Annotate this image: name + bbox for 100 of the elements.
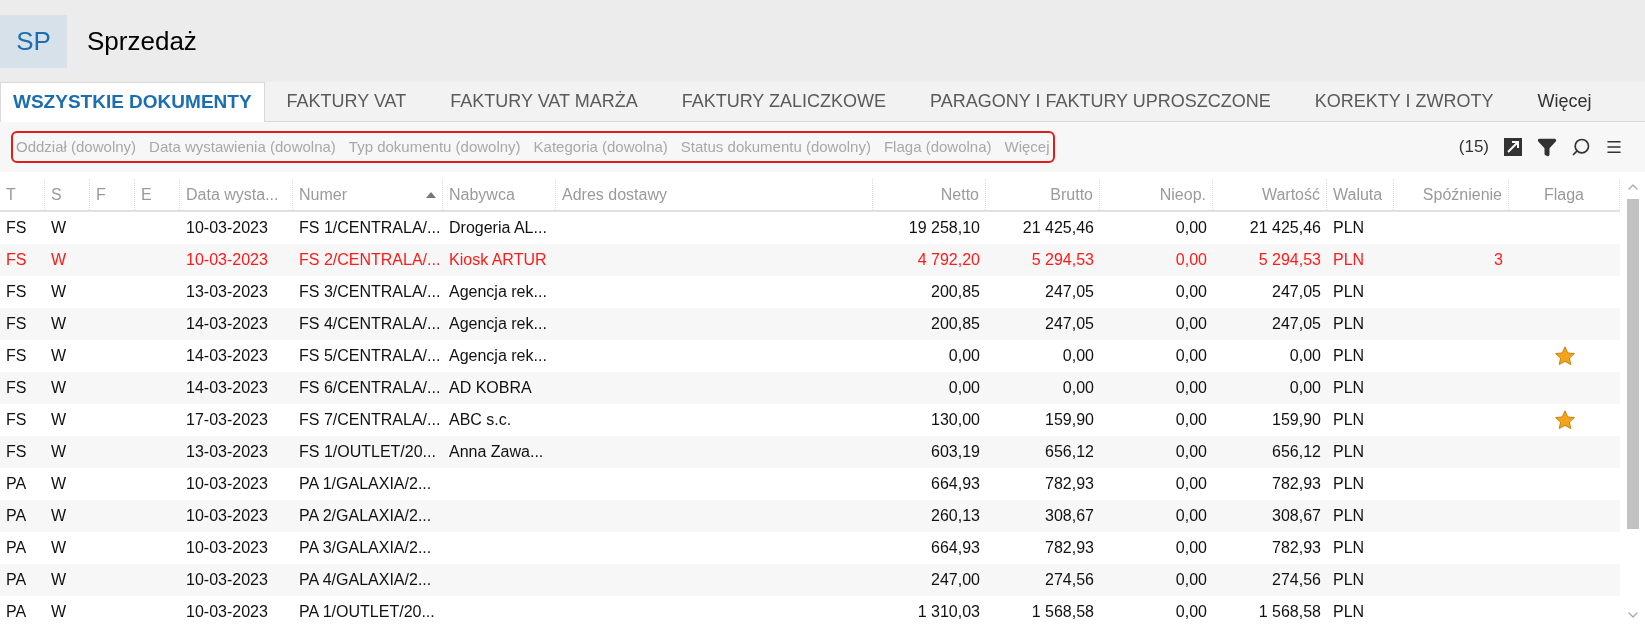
filter-icon[interactable]: [1537, 137, 1557, 157]
tab[interactable]: PARAGONY I FAKTURY UPROSZCZONE: [908, 81, 1293, 121]
table-cell-text: 1 568,58: [1258, 602, 1321, 622]
table-cell-text: ABC s.c.: [449, 410, 512, 430]
table-cell-text: 21 425,46: [1249, 218, 1321, 238]
table-cell-text: PA 4/GALAXIA/2...: [299, 570, 432, 590]
table-cell-text: 200,85: [931, 282, 980, 302]
column-header[interactable]: Waluta: [1327, 179, 1394, 210]
table-cell-text: 19 258,10: [908, 218, 980, 238]
table-cell-text: FS 6/CENTRALA/...: [299, 378, 441, 398]
table-cell-text: PLN: [1333, 250, 1365, 270]
table-cell-text: 1 568,58: [1031, 602, 1094, 622]
table-row[interactable]: PA W 10-03-2023 PA 2/GALAXIA/2... 260,13 308,67 0,00 308,67 PLN: [0, 500, 1620, 532]
table-cell-text: 782,93: [1272, 538, 1321, 558]
table-cell-text: FS 7/CENTRALA/...: [299, 410, 441, 430]
table-cell-text: Agencja rek...: [449, 282, 547, 302]
table-cell-text: PLN: [1333, 602, 1365, 622]
filter-chip[interactable]: Oddział (dowolny): [16, 135, 137, 159]
column-header[interactable]: Spóźnienie: [1394, 179, 1509, 210]
table-cell-text: 274,56: [1272, 570, 1321, 590]
tab[interactable]: Więcej: [1515, 81, 1614, 121]
table-cell-text: 260,13: [931, 506, 980, 526]
column-header[interactable]: Numer: [293, 179, 443, 210]
table-cell-text: PA: [6, 570, 27, 590]
table-cell-text: 0,00: [1062, 378, 1094, 398]
table-cell-text: PA: [6, 506, 27, 526]
table-cell-text: PLN: [1333, 282, 1365, 302]
table-cell-text: FS: [6, 378, 27, 398]
table-cell-text: W: [51, 282, 67, 302]
filter-chip[interactable]: Typ dokumentu (dowolny): [348, 135, 521, 159]
table-cell-text: 0,00: [1175, 506, 1207, 526]
column-header[interactable]: Nabywca: [443, 179, 556, 210]
table-cell-text: 17-03-2023: [186, 410, 268, 430]
tab[interactable]: FAKTURY VAT MARŻA: [428, 81, 660, 121]
table-row[interactable]: FS W 14-03-2023 FS 6/CENTRALA/... AD KOBRA 0,00 0,00 0,00 0,00 PLN: [0, 372, 1620, 404]
column-header[interactable]: Nieop.: [1100, 179, 1213, 210]
table-cell-text: FS: [6, 218, 27, 238]
filter-chip[interactable]: Więcej: [1004, 135, 1050, 159]
table-cell-text: Anna Zawa...: [449, 442, 544, 462]
table-cell-text: 308,67: [1045, 506, 1094, 526]
table-cell-text: 0,00: [1175, 314, 1207, 334]
table-row[interactable]: FS W 14-03-2023 FS 4/CENTRALA/... Agencja rek... 200,85 247,05 0,00 247,05 PLN: [0, 308, 1620, 340]
search-icon[interactable]: [1571, 137, 1591, 157]
column-header[interactable]: S: [45, 179, 90, 210]
table-cell-text: W: [51, 602, 67, 622]
column-header[interactable]: T: [0, 179, 45, 210]
table-cell-text: W: [51, 538, 67, 558]
table-cell-text: 0,00: [1289, 378, 1321, 398]
table-cell-text: PA 1/GALAXIA/2...: [299, 474, 432, 494]
table-cell-text: W: [51, 346, 67, 366]
table-cell-text: 5 294,53: [1031, 250, 1094, 270]
table-cell-text: PLN: [1333, 538, 1365, 558]
table-cell-text: 0,00: [1175, 410, 1207, 430]
table-cell-text: 10-03-2023: [186, 602, 268, 622]
app-badge: SP: [0, 14, 67, 68]
column-header[interactable]: Data wysta...: [180, 179, 293, 210]
record-count: (15): [1458, 136, 1489, 159]
table-row[interactable]: FS W 13-03-2023 FS 1/OUTLET/20... Anna Zawa... 603,19 656,12 0,00 656,12 PLN: [0, 436, 1620, 468]
expand-icon[interactable]: [1503, 137, 1523, 157]
menu-icon[interactable]: [1605, 138, 1623, 156]
table-cell-text: 0,00: [1175, 602, 1207, 622]
table-cell-text: FS 1/OUTLET/20...: [299, 442, 436, 462]
table-cell-text: 0,00: [1175, 570, 1207, 590]
column-header[interactable]: Adres dostawy: [556, 179, 873, 210]
table-row[interactable]: PA W 10-03-2023 PA 4/GALAXIA/2... 247,00 274,56 0,00 274,56 PLN: [0, 564, 1620, 596]
table-cell-text: FS: [6, 410, 27, 430]
column-header[interactable]: Netto: [873, 179, 986, 210]
filter-chip[interactable]: Data wystawienia (dowolna): [149, 135, 336, 159]
column-header[interactable]: F: [90, 179, 135, 210]
table-cell-text: W: [51, 218, 67, 238]
table-cell-text: Drogeria AL...: [449, 218, 547, 238]
table-cell-text: 782,93: [1045, 538, 1094, 558]
column-header[interactable]: Brutto: [986, 179, 1100, 210]
column-header[interactable]: Wartość: [1213, 179, 1327, 210]
column-header[interactable]: E: [135, 179, 180, 210]
tab[interactable]: WSZYSTKIE DOKUMENTY: [0, 82, 265, 122]
filter-chip[interactable]: Status dokumentu (dowolny): [680, 135, 871, 159]
table-cell-text: FS 4/CENTRALA/...: [299, 314, 441, 334]
filter-chip[interactable]: Flaga (dowolna): [883, 135, 992, 159]
table-cell-text: 10-03-2023: [186, 250, 268, 270]
table-cell-text: 0,00: [948, 378, 980, 398]
table-cell-text: 664,93: [931, 474, 980, 494]
table-cell-text: 0,00: [1175, 346, 1207, 366]
table-cell-text: W: [51, 378, 67, 398]
table-cell-text: W: [51, 250, 67, 270]
table-cell-text: 14-03-2023: [186, 346, 268, 366]
tab[interactable]: FAKTURY VAT: [264, 81, 429, 121]
table-cell-text: 14-03-2023: [186, 378, 268, 398]
table-cell-text: 10-03-2023: [186, 218, 268, 238]
tab[interactable]: FAKTURY ZALICZKOWE: [659, 81, 908, 121]
table-cell-text: W: [51, 570, 67, 590]
table-cell-text: 0,00: [1062, 346, 1094, 366]
table-cell-text: 21 425,46: [1022, 218, 1094, 238]
filter-chip[interactable]: Kategoria (dowolna): [533, 135, 668, 159]
table-row[interactable]: FS W 10-03-2023 FS 2/CENTRALA/... Kiosk ARTUR 4 792,20 5 294,53 0,00 5 294,53 PLN 3: [0, 244, 1620, 276]
page-title: Sprzedaż: [87, 24, 197, 58]
table-cell-text: 664,93: [931, 538, 980, 558]
table-cell-text: 0,00: [1175, 250, 1207, 270]
table-cell-text: FS: [6, 250, 27, 270]
tab[interactable]: KOREKTY I ZWROTY: [1292, 81, 1516, 121]
